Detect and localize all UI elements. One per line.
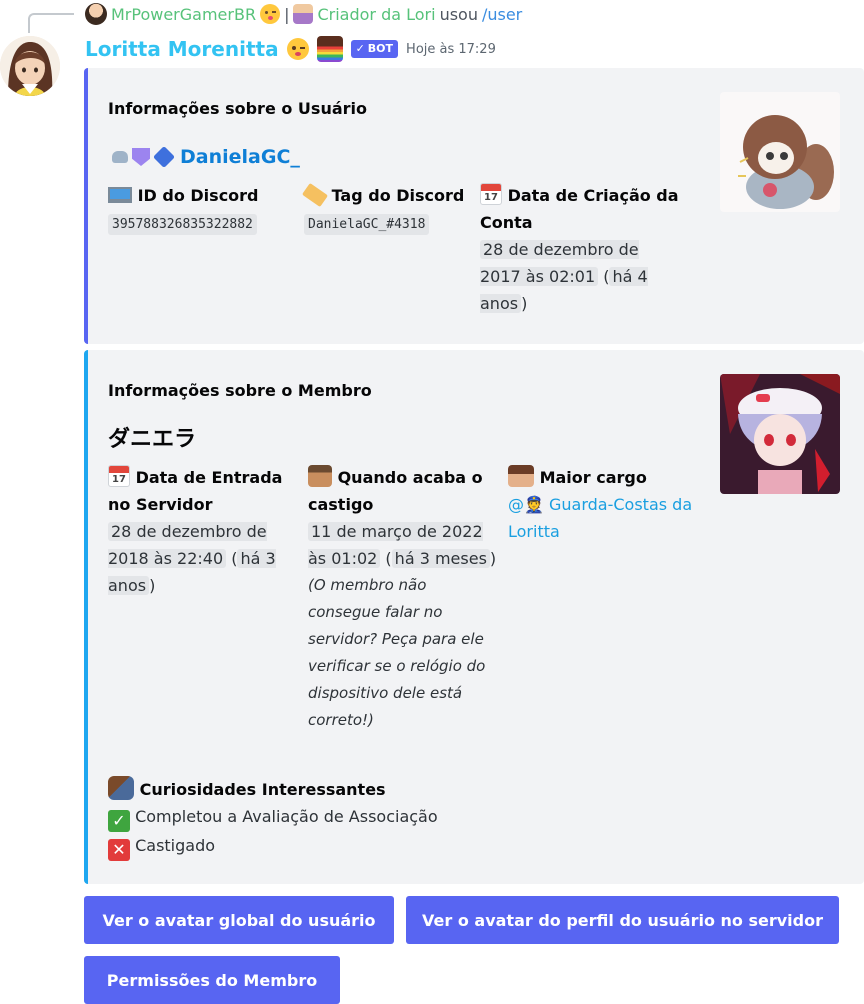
server-avatar-button[interactable]: Ver o avatar do perfil do usuário no ser… [406, 896, 839, 944]
field-join-date: 17 Data de Entrada no Servidor 28 de dez… [108, 464, 294, 599]
field-name: Quando acaba o castigo [308, 464, 500, 518]
field-name: 17 Data de Criação da Conta [480, 182, 688, 236]
field-label: Curiosidades Interessantes [139, 780, 386, 799]
field-value: 28 de dezembro de 2017 às 02:01 (há 4 an… [480, 240, 648, 313]
user-avatar-thumbnail[interactable] [720, 92, 840, 212]
reply-command[interactable]: /user [482, 5, 522, 24]
field-discord-tag: Tag do Discord DanielaGC_#4318 [301, 182, 476, 238]
curiosity-item: ✕ Castigado [108, 832, 528, 861]
cross-icon: ✕ [108, 839, 130, 861]
field-label: Data de Entrada no Servidor [108, 468, 283, 514]
active-developer-icon [152, 145, 176, 169]
global-avatar-button[interactable]: Ver o avatar global do usuário [84, 896, 394, 944]
curiosity-item: ✓ Completou a Avaliação de Associação [108, 803, 528, 832]
mute-emoji-icon [308, 465, 332, 487]
label-tag-icon [301, 182, 329, 208]
field-label: Maior cargo [539, 468, 647, 487]
field-name: ID do Discord [108, 182, 298, 209]
user-info-embed: Informações sobre o Usuário DanielaGC_ I… [84, 68, 864, 344]
message-timestamp: Hoje às 17:29 [406, 41, 496, 57]
reply-used: usou [439, 4, 478, 24]
field-name: Maior cargo [508, 464, 698, 491]
embed-accent-bar [84, 350, 88, 884]
member-nickname: ダニエラ [108, 427, 197, 452]
calendar-icon: 17 [108, 465, 130, 487]
field-name: 17 Data de Entrada no Servidor [108, 464, 294, 518]
bot-badge-label: BOT [367, 42, 394, 55]
embed-accent-bar [84, 68, 88, 344]
field-label: ID do Discord [137, 186, 259, 205]
field-name: Tag do Discord [301, 182, 476, 209]
field-value: 28 de dezembro de 2018 às 22:40 (há 3 an… [108, 522, 276, 595]
author-avatar[interactable] [0, 36, 60, 96]
discord-id-value: 395788326835322882 [108, 214, 257, 235]
field-name: Curiosidades Interessantes [108, 776, 528, 803]
hypesquad-badge-icon [132, 148, 150, 166]
nitro-badge-icon [112, 151, 128, 163]
member-avatar-thumbnail[interactable] [720, 374, 840, 494]
pride-emoji-icon [316, 36, 343, 62]
discord-tag-value: DanielaGC_#4318 [304, 214, 430, 235]
role-mention[interactable]: @👮 Guarda-Costas da Loritta [508, 491, 698, 545]
curiosity-text: Completou a Avaliação de Associação [135, 807, 438, 826]
author-name[interactable]: Loritta Morenitta [85, 37, 279, 61]
reply-role[interactable]: Criador da Lori [317, 5, 435, 24]
field-value: 11 de março de 2022 às 01:02 (há 3 meses… [308, 522, 497, 568]
field-label: Data de Criação da Conta [480, 186, 679, 232]
reply-avatar[interactable] [85, 3, 107, 25]
field-account-creation: 17 Data de Criação da Conta 28 de dezemb… [480, 182, 688, 317]
curiosity-text: Castigado [135, 836, 216, 855]
field-label: Quando acaba o castigo [308, 468, 483, 514]
reply-author[interactable]: MrPowerGamerBR [111, 5, 256, 24]
reply-separator: | [284, 4, 290, 24]
user-display-name[interactable]: DanielaGC_ [180, 146, 300, 168]
verified-check-icon: ✓ [355, 42, 365, 55]
wink-emoji-icon [286, 38, 309, 60]
field-discord-id: ID do Discord 395788326835322882 [108, 182, 298, 238]
kiss-emoji-icon [260, 4, 281, 24]
member-permissions-button[interactable]: Permissões do Membro [84, 956, 340, 1004]
laptop-icon [108, 187, 132, 203]
field-label: Tag do Discord [331, 186, 465, 205]
user-badges: DanielaGC_ [112, 145, 300, 169]
field-timeout-end: Quando acaba o castigo 11 de março de 20… [308, 464, 500, 734]
check-icon: ✓ [108, 810, 130, 832]
field-value: 395788326835322882 [108, 209, 298, 238]
message-header: Loritta Morenitta ✓ BOT Hoje às 17:29 [85, 33, 496, 65]
embed-title: Informações sobre o Usuário [108, 99, 367, 118]
embed-title: Informações sobre o Membro [108, 381, 372, 400]
reply-header[interactable]: MrPowerGamerBR | Criador da Lori usou /u… [85, 3, 522, 25]
bot-badge: ✓ BOT [350, 40, 399, 58]
calendar-icon: 17 [480, 183, 502, 205]
member-info-embed: Informações sobre o Membro ダニエラ 17 Data … [84, 350, 864, 884]
field-value: DanielaGC_#4318 [304, 209, 476, 238]
reply-spine [28, 13, 74, 33]
field-highest-role: Maior cargo @👮 Guarda-Costas da Loritta [508, 464, 698, 545]
field-curiosities: Curiosidades Interessantes ✓ Completou a… [108, 776, 528, 861]
timeout-end-relative[interactable]: há 3 meses [391, 549, 490, 568]
role-emoji-icon [508, 465, 534, 487]
person-emoji-icon [293, 4, 314, 24]
curiosity-emoji-icon [108, 776, 134, 800]
timeout-note: (O membro não consegue falar no servidor… [308, 576, 486, 729]
